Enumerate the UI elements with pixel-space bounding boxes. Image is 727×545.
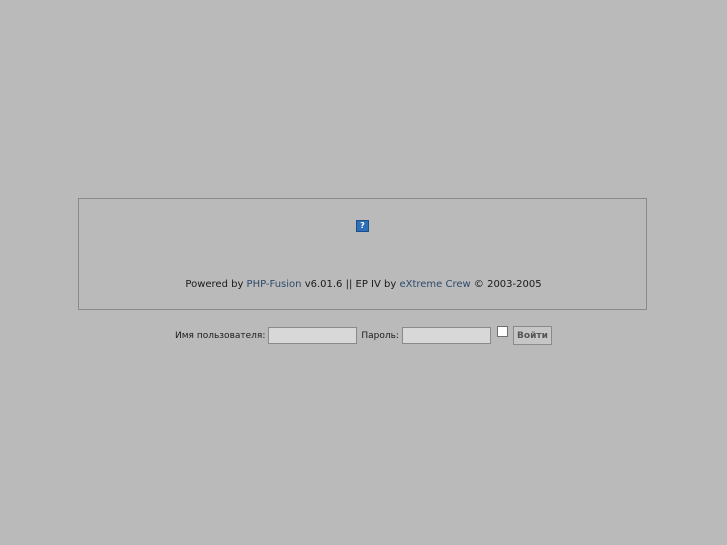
remember-me-checkbox[interactable]: [496, 326, 508, 337]
broken-image-icon: ?: [356, 220, 369, 232]
banner-panel: [78, 198, 647, 310]
page: ? Powered by PHP-Fusion v6.01.6 || EP IV…: [0, 0, 727, 545]
username-input[interactable]: [268, 327, 358, 344]
footer-copyright: © 2003-2005: [470, 279, 542, 290]
broken-image-glyph: ?: [360, 221, 365, 230]
php-fusion-link[interactable]: PHP-Fusion: [247, 279, 302, 290]
password-label: Пароль:: [361, 330, 399, 341]
footer-version-text: v6.01.6 || EP IV by: [301, 279, 400, 290]
password-input[interactable]: [401, 327, 491, 344]
login-button[interactable]: Войти: [512, 326, 552, 345]
powered-by-footer: Powered by PHP-Fusion v6.01.6 || EP IV b…: [0, 279, 727, 290]
username-label: Имя пользователя:: [175, 330, 266, 341]
footer-prefix: Powered by: [185, 279, 247, 290]
extreme-crew-link[interactable]: eXtreme Crew: [399, 279, 470, 290]
login-form: Имя пользователя: Пароль: Войти: [0, 326, 727, 345]
